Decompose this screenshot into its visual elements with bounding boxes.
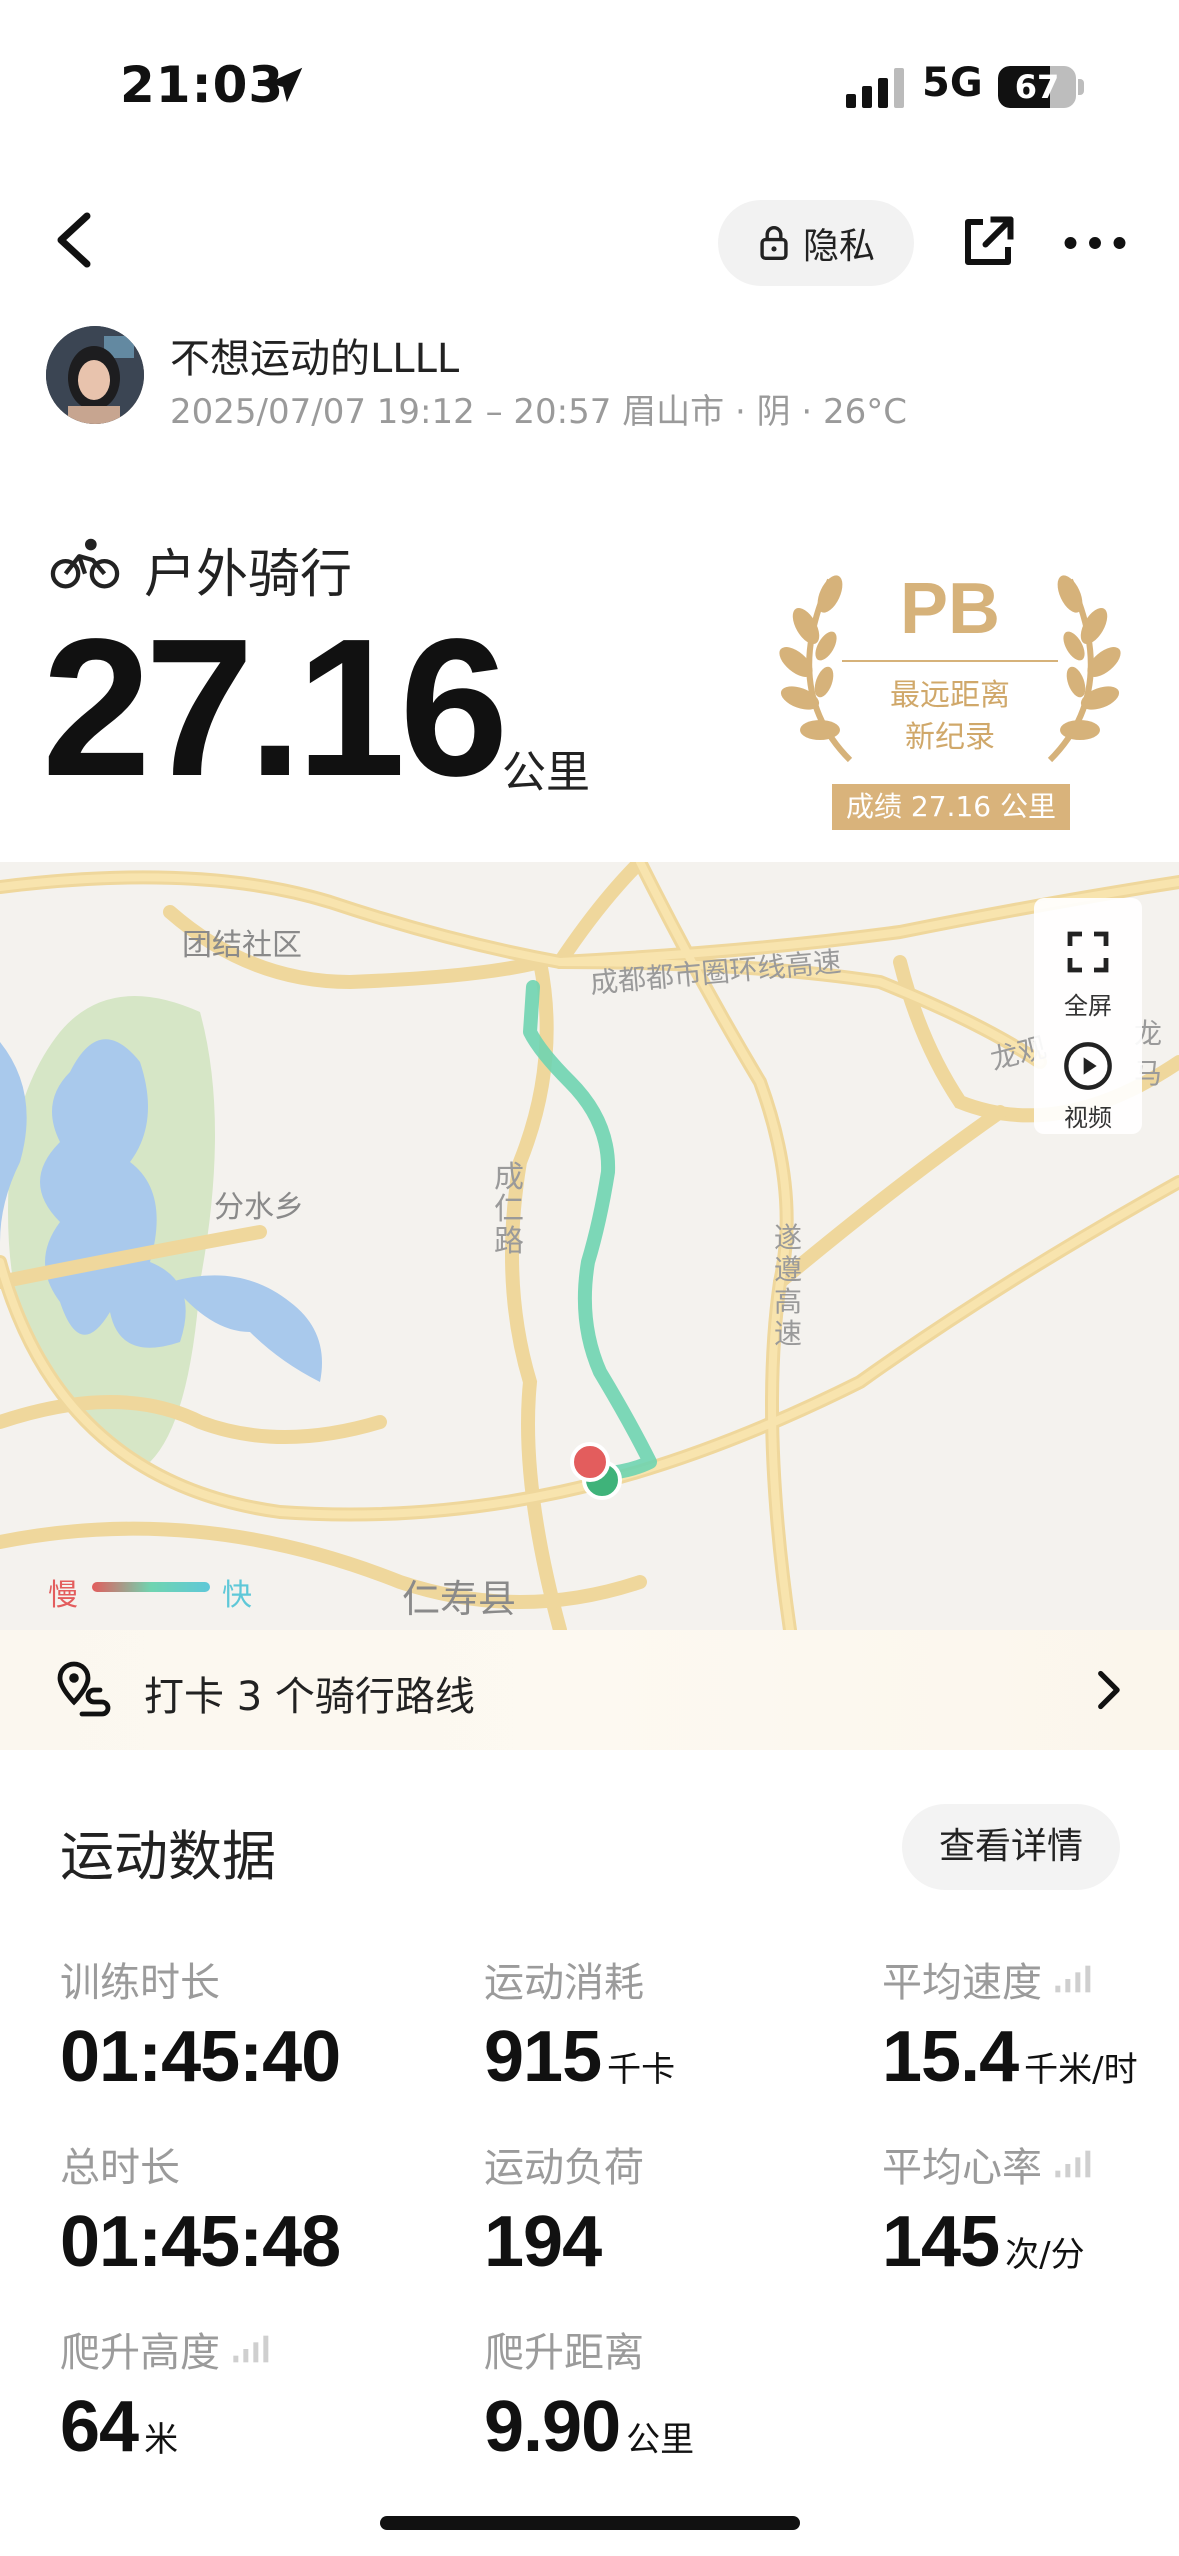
stat-label-text: 总时长 [60, 2145, 180, 2191]
stat-label: 训练时长 [60, 1950, 340, 2008]
stat-label-text: 平均心率 [882, 2145, 1042, 2191]
stat-unit: 公里 [626, 2420, 695, 2460]
pb-badge[interactable]: PB 最远距离 新纪录 成绩 27.16 公里 [770, 560, 1130, 830]
stat-label: 爬升距离 [484, 2320, 694, 2378]
stat-label-text: 平均速度 [882, 1960, 1042, 2006]
fullscreen-icon[interactable] [1064, 928, 1112, 976]
video-label: 视频 [1064, 1104, 1112, 1132]
privacy-button[interactable]: 隐私 [718, 200, 914, 286]
status-bar: 21:03 5G 67 [0, 0, 1179, 170]
battery-level: 67 [1014, 68, 1060, 106]
stat-number: 145 [882, 2202, 1000, 2282]
avatar[interactable] [46, 326, 144, 424]
signal-bars-icon [233, 2335, 269, 2363]
battery-icon: 67 [998, 66, 1076, 108]
stat-number: 9.90 [484, 2387, 621, 2467]
stat-value: 64 米 [60, 2386, 270, 2468]
pb-title: PB [899, 569, 1001, 649]
stat-label-text: 爬升高度 [60, 2330, 220, 2376]
fullscreen-label: 全屏 [1064, 992, 1112, 1020]
avatar-photo [46, 326, 144, 424]
location-arrow-icon [267, 67, 303, 103]
stat-unit: 千米/时 [1024, 2050, 1138, 2090]
stat-number: 64 [60, 2387, 139, 2467]
distance-unit: 公里 [502, 747, 590, 798]
stat-label: 运动负荷 [484, 2135, 644, 2193]
stat-label: 总时长 [60, 2135, 340, 2193]
privacy-label: 隐私 [802, 226, 875, 267]
view-details-button[interactable]: 查看详情 [902, 1804, 1120, 1890]
stat-number: 15.4 [882, 2017, 1019, 2097]
pb-divider [842, 660, 1058, 662]
signal-icon [846, 68, 904, 108]
stat-number: 915 [484, 2017, 602, 2097]
stat-value: 194 [484, 2201, 644, 2283]
checkin-text: 打卡 3 个骑行路线 [144, 1674, 475, 1720]
username: 不想运动的LLLL [170, 336, 460, 382]
back-chevron-icon[interactable] [50, 210, 100, 270]
stat-number: 194 [484, 2202, 602, 2282]
signal-bars-icon [1055, 2150, 1091, 2178]
stat-unit: 次/分 [1005, 2235, 1085, 2275]
stat-label: 平均心率 [882, 2135, 1092, 2193]
stat-label-text: 运动消耗 [484, 1960, 644, 2006]
speed-legend-bar [92, 1582, 210, 1592]
lock-icon [760, 226, 788, 260]
chevron-right-icon[interactable] [1092, 1668, 1124, 1712]
activity-meta: 2025/07/07 19:12 – 20:57 眉山市 · 阴 · 26°C [170, 392, 908, 432]
map-label-tuanjie: 团结社区 [182, 928, 302, 963]
stat-label-text: 训练时长 [60, 1960, 220, 2006]
stat-value: 915 千卡 [484, 2016, 675, 2098]
map-label-renshou: 仁寿县 [402, 1577, 517, 1621]
distance-value: 27.16 [42, 598, 508, 817]
legend-fast: 快 [222, 1578, 252, 1613]
map-label-chengren: 成仁路 [494, 1160, 524, 1259]
stat-item: 爬升高度 64 米 [60, 2320, 270, 2468]
stat-label: 爬升高度 [60, 2320, 270, 2378]
pb-subtitle-2: 新纪录 [905, 720, 995, 755]
home-indicator[interactable] [380, 2516, 800, 2530]
stat-label: 运动消耗 [484, 1950, 675, 2008]
signal-bars-icon [1055, 1965, 1091, 1993]
stat-unit: 千卡 [607, 2050, 676, 2090]
route-pin-icon [57, 1661, 111, 1717]
stat-item: 运动负荷 194 [484, 2135, 644, 2283]
stat-label-text: 运动负荷 [484, 2145, 644, 2191]
status-time: 21:03 [120, 56, 285, 114]
route-map[interactable]: 团结社区 成都都市圈环线高速 分水乡 成仁路 遂遵高速 龙观 龙马 仁寿县 [0, 862, 1179, 1630]
pb-result: 成绩 27.16 公里 [832, 784, 1070, 830]
map-controls: 全屏 视频 [1034, 898, 1142, 1134]
stat-item: 总时长 01:45:48 [60, 2135, 341, 2283]
stat-value: 145 次/分 [882, 2201, 1092, 2283]
stat-item: 平均心率 145 次/分 [882, 2135, 1092, 2283]
map-label-fenshui: 分水乡 [214, 1190, 304, 1225]
stat-value: 15.4 千米/时 [882, 2016, 1138, 2098]
stat-value: 01:45:48 [60, 2201, 341, 2283]
bike-icon [50, 538, 120, 589]
activity-type: 户外骑行 [144, 545, 353, 605]
stat-label-text: 爬升距离 [484, 2330, 644, 2376]
stat-value: 9.90 公里 [484, 2386, 694, 2468]
stat-number: 01:45:48 [60, 2202, 341, 2282]
pb-subtitle-1: 最远距离 [890, 678, 1010, 713]
battery-cap [1078, 79, 1084, 95]
legend-slow: 慢 [48, 1578, 78, 1613]
stat-number: 01:45:40 [60, 2017, 341, 2097]
network-type: 5G [922, 60, 983, 106]
section-title: 运动数据 [60, 1825, 276, 1888]
stat-label: 平均速度 [882, 1950, 1138, 2008]
more-icon[interactable] [1060, 218, 1130, 268]
map-label-suizun: 遂遵高速 [774, 1221, 803, 1350]
play-video-icon[interactable] [1062, 1040, 1114, 1092]
stat-value: 01:45:40 [60, 2016, 341, 2098]
stat-item: 训练时长 01:45:40 [60, 1950, 341, 2098]
stat-item: 爬升距离 9.90 公里 [484, 2320, 694, 2468]
stat-unit: 米 [144, 2420, 179, 2460]
stat-item: 运动消耗 915 千卡 [484, 1950, 675, 2098]
stat-item: 平均速度 15.4 千米/时 [882, 1950, 1138, 2098]
share-icon[interactable] [958, 212, 1018, 272]
